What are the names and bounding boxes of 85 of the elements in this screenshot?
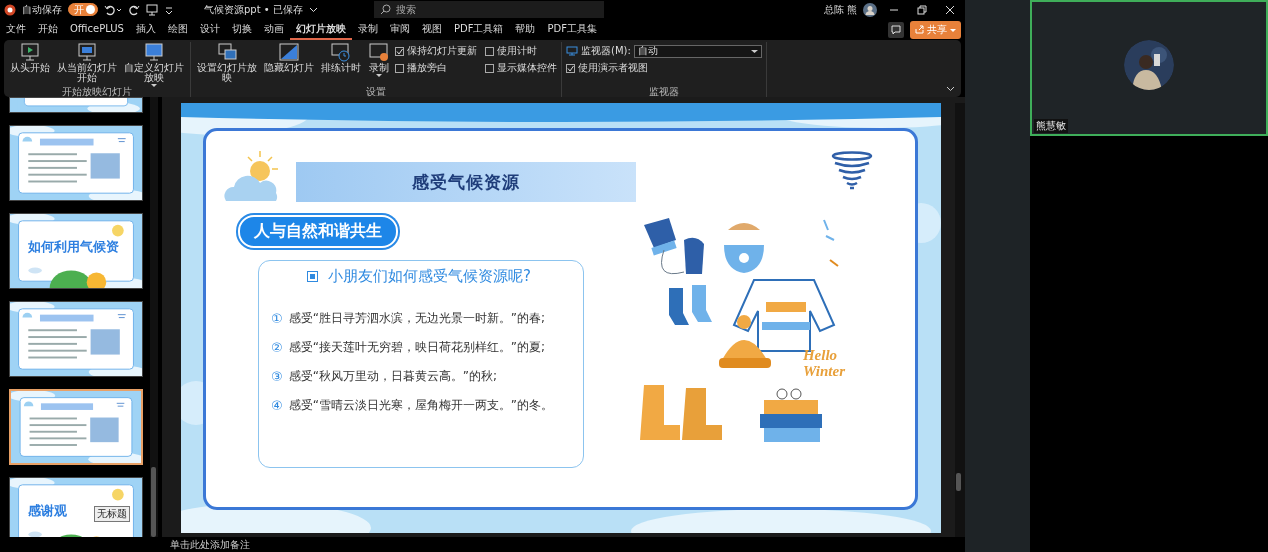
- list-number: ①: [271, 311, 283, 326]
- hidden-slide-icon: [278, 42, 300, 62]
- menu-tab[interactable]: OfficePLUS: [64, 21, 130, 38]
- menu-tab[interactable]: 切换: [225, 19, 258, 40]
- chevron-down-icon[interactable]: [308, 5, 318, 14]
- slide-thumbnail[interactable]: 如何利用气候资: [9, 213, 143, 289]
- undo-icon[interactable]: [104, 3, 122, 16]
- menu-tab[interactable]: 动画: [257, 19, 290, 40]
- checkbox[interactable]: 显示媒体控件: [485, 61, 557, 75]
- monitor-icon: [566, 46, 578, 56]
- square-bullet-icon: [307, 271, 318, 282]
- monitor-dropdown[interactable]: 自动: [633, 44, 762, 58]
- menu-tab[interactable]: 视图: [415, 19, 448, 40]
- checkbox[interactable]: 使用计时: [485, 44, 557, 58]
- ribbon-button[interactable]: 设置幻灯片放映: [195, 42, 259, 86]
- list-number: ③: [271, 369, 283, 384]
- user-name: 总陈 熊: [823, 2, 857, 17]
- app-logo-icon: [4, 3, 16, 16]
- scrollbar[interactable]: [955, 103, 965, 537]
- record-icon: [368, 42, 390, 62]
- document-title: 气候资源ppt • 已保存: [204, 2, 303, 17]
- chevron-down-icon[interactable]: [946, 84, 955, 93]
- slide-thumbnail[interactable]: [9, 125, 143, 201]
- restore-icon[interactable]: [917, 4, 927, 15]
- checkbox[interactable]: 播放旁白: [395, 61, 477, 75]
- ribbon-button[interactable]: 自定义幻灯片放映: [122, 42, 186, 86]
- ribbon-button[interactable]: 隐藏幻灯片: [262, 42, 316, 86]
- checkbox[interactable]: 保持幻灯片更新: [395, 44, 477, 58]
- menu-tab[interactable]: 帮助: [509, 19, 542, 40]
- menu-tab[interactable]: PDF工具箱: [447, 19, 510, 40]
- menu-tab[interactable]: 设计: [193, 19, 226, 40]
- slide-thumbnail[interactable]: [9, 97, 143, 113]
- check-icon: [396, 47, 403, 55]
- play-screen-icon: [19, 42, 41, 62]
- ribbon-button[interactable]: 从头开始: [8, 42, 52, 86]
- group-label: 设置: [365, 86, 387, 97]
- menu-tab[interactable]: 绘图: [161, 19, 194, 40]
- windows-icon: [216, 42, 238, 62]
- menu-tab[interactable]: PDF工具集: [541, 19, 603, 40]
- menu-tab[interactable]: 文件: [0, 19, 32, 40]
- screen-icon: [143, 42, 165, 62]
- tooltip: 无标题: [94, 506, 130, 522]
- avatar-icon: [863, 2, 877, 17]
- caret-icon: [950, 26, 956, 33]
- comment-icon: [891, 24, 901, 35]
- slide-thumbnail[interactable]: [9, 301, 143, 377]
- slide-thumbnail[interactable]: [9, 389, 143, 465]
- list-text: 感受“接天莲叶无穷碧，映日荷花别样红。”的夏;: [288, 339, 546, 356]
- menu-tab[interactable]: 录制: [351, 19, 384, 40]
- slide-thumbnail[interactable]: 感谢观 无标题: [9, 477, 143, 537]
- question-text: 小朋友们如何感受气候资源呢?: [328, 267, 531, 286]
- share-icon: [915, 25, 924, 34]
- illustration-caption: Hello Winter: [802, 347, 845, 379]
- list-number: ②: [271, 340, 283, 355]
- caret-icon: [750, 48, 758, 54]
- close-icon[interactable]: [945, 4, 955, 15]
- presentation-icon[interactable]: [146, 3, 158, 16]
- comment-button[interactable]: [888, 21, 904, 38]
- search-field[interactable]: 搜索: [373, 1, 604, 18]
- group-label: 监视器: [647, 86, 680, 97]
- menu-tab[interactable]: 审阅: [383, 19, 416, 40]
- thumbnail-title: 感谢观: [28, 502, 67, 520]
- scrollbar[interactable]: [150, 97, 158, 537]
- menu-tab[interactable]: 开始: [32, 19, 64, 40]
- ribbon-button[interactable]: 录制: [366, 42, 392, 86]
- screen-icon: [76, 42, 98, 62]
- group-label: 开始放映幻灯片: [61, 86, 133, 97]
- menu-tab[interactable]: 插入: [129, 19, 162, 40]
- slide-title: 感受气候资源: [296, 162, 636, 202]
- section-label: 人与自然和谐共生: [238, 215, 398, 248]
- checkbox[interactable]: 使用演示者视图: [566, 61, 762, 75]
- list-number: ④: [271, 398, 283, 413]
- autosave-label: 自动保存: [22, 2, 62, 17]
- search-icon: [379, 4, 391, 15]
- list-text: 感受“秋风万里动，日暮黄云高。”的秋;: [288, 368, 498, 385]
- select-label: 监视器(M):: [581, 44, 631, 58]
- check-icon: [567, 64, 574, 72]
- tornado-icon: [831, 151, 873, 191]
- ribbon-button[interactable]: 排练计时: [319, 42, 363, 86]
- ribbon-button[interactable]: 从当前幻灯片开始: [55, 42, 119, 86]
- list-text: 感受“雪晴云淡日光寒，屋角梅开一两支。”的冬。: [288, 397, 554, 414]
- list-text: 感受“胜日寻芳泗水滨，无边光景一时新。”的春;: [288, 310, 546, 327]
- thumbnail-title: 如何利用气候资: [28, 238, 119, 256]
- redo-icon[interactable]: [128, 3, 140, 16]
- participant-name: 熊慧敏: [1034, 119, 1068, 133]
